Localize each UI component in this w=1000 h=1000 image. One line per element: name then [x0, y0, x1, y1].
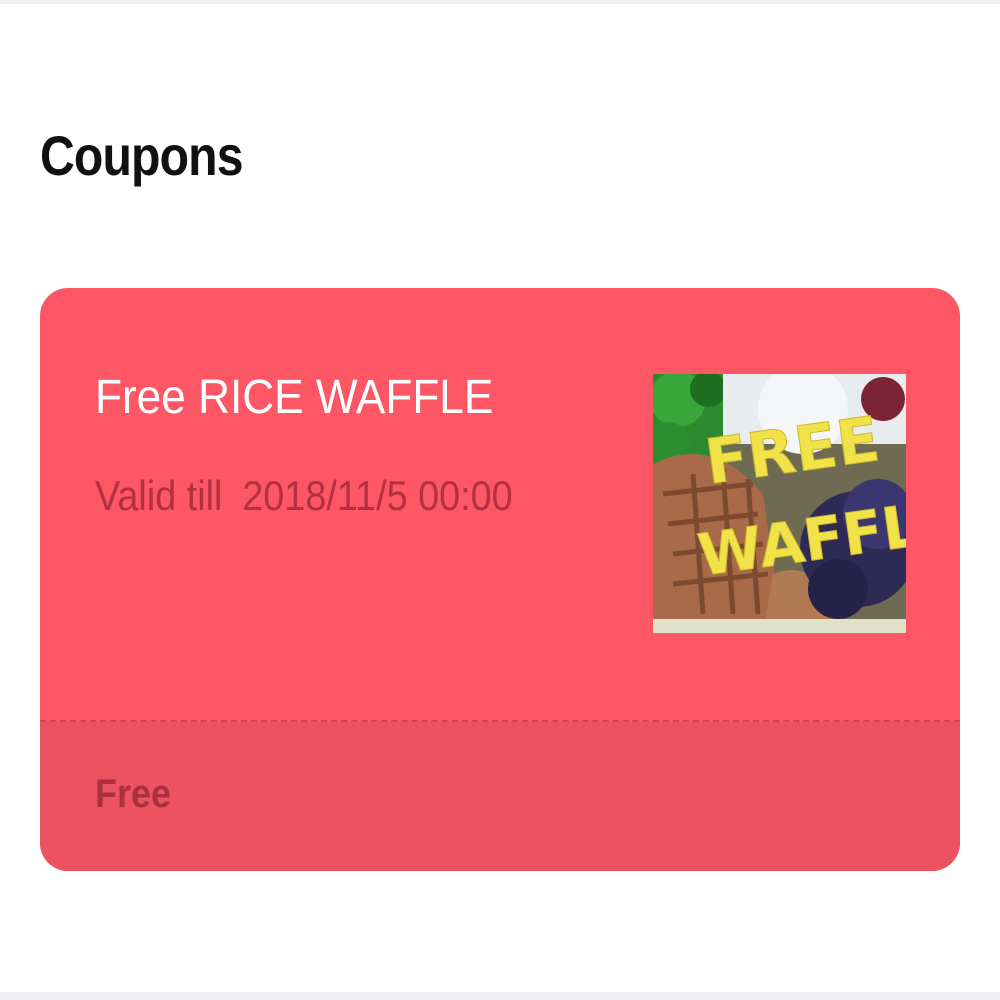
coupon-price: Free [95, 772, 172, 816]
coupon-footer: Free [40, 722, 960, 871]
top-divider [0, 0, 1000, 4]
coupon-image: FREE WAFFLE [653, 374, 906, 633]
coupons-screen: Coupons Free RICE WAFFLE Valid till 2018/… [0, 0, 1000, 1000]
coupon-title: Free RICE WAFFLE [95, 371, 494, 424]
bottom-divider [0, 992, 1000, 1000]
coupon-card[interactable]: Free RICE WAFFLE Valid till 2018/11/5 00:… [40, 288, 960, 871]
coupon-validity: Valid till 2018/11/5 00:00 [95, 475, 513, 517]
waffle-promo-image: FREE WAFFLE [653, 374, 906, 633]
coupon-details: Free RICE WAFFLE Valid till 2018/11/5 00:… [40, 288, 960, 720]
validity-date: 2018/11/5 00:00 [242, 472, 513, 519]
validity-label: Valid till [95, 472, 223, 519]
page-title: Coupons [40, 124, 243, 187]
